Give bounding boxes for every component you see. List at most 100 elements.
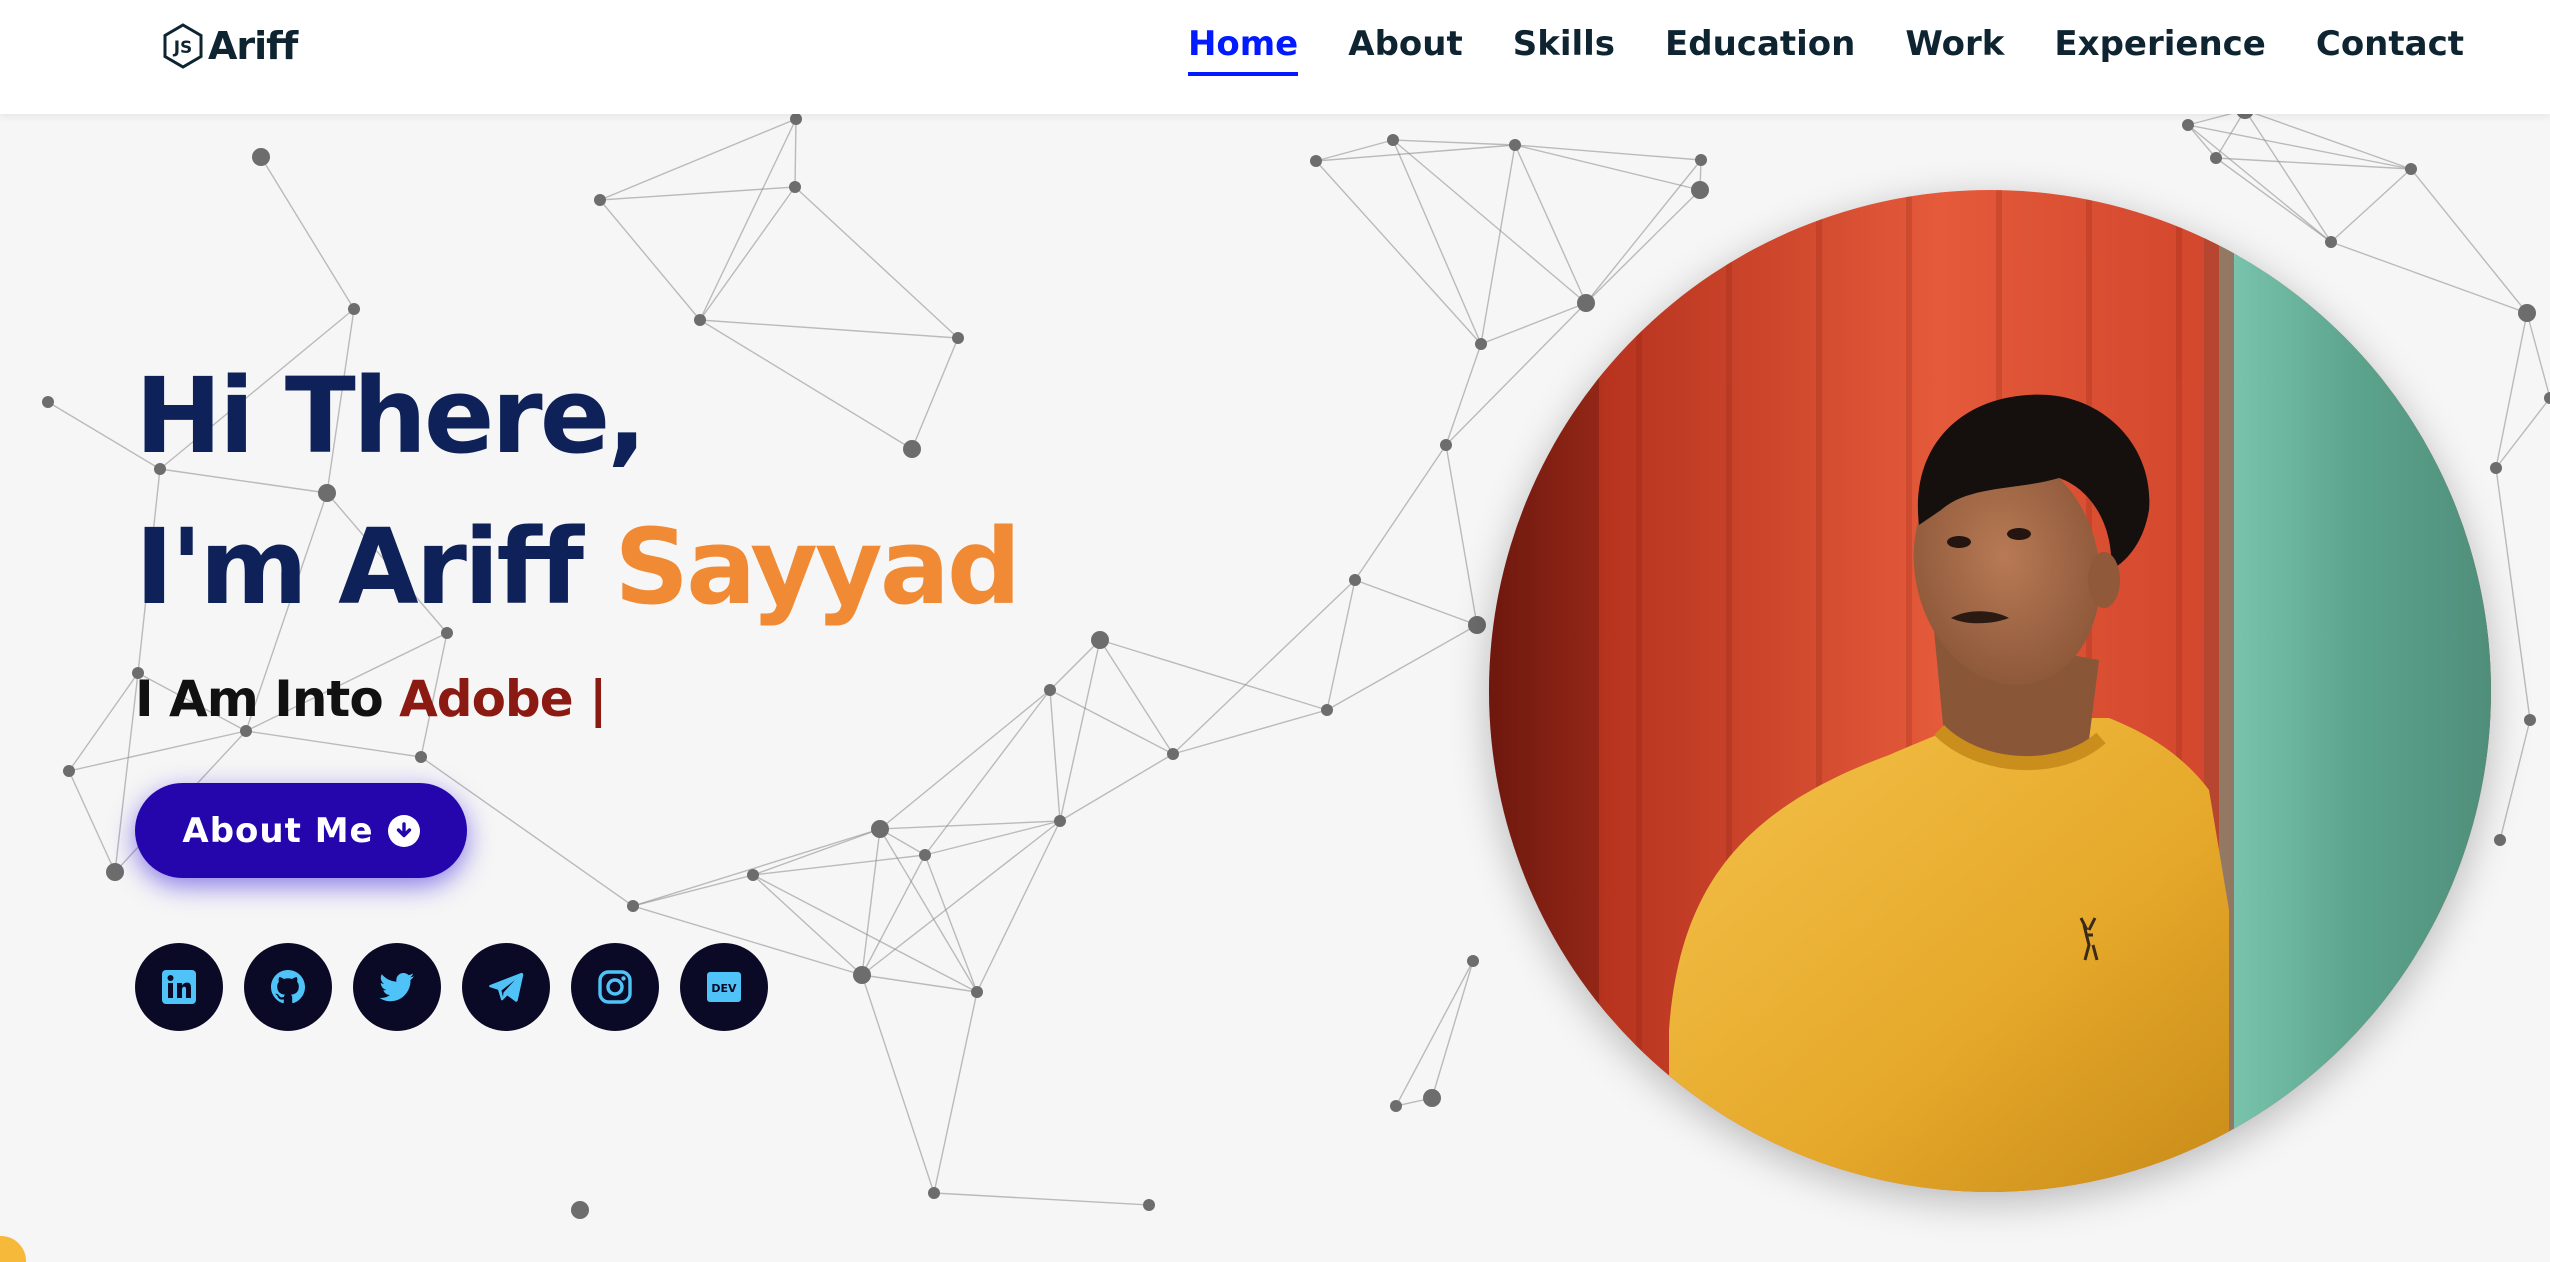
network-node [1390,1100,1402,1112]
github-link[interactable] [244,943,332,1031]
network-edge [1514,144,1701,191]
network-node [2325,236,2337,248]
dev-link[interactable]: DEV [680,943,768,1031]
network-edge [1059,639,1101,822]
js-hexagon-icon: JS [163,23,203,69]
network-edge [924,854,978,993]
network-node [903,440,921,458]
network-edge [1326,579,1356,711]
network-node [919,849,931,861]
typed-word: Adobe [399,670,574,728]
network-node [594,194,606,206]
network-node [871,820,889,838]
social-links: DEV [135,943,768,1031]
nav-skills[interactable]: Skills [1513,24,1615,76]
telegram-icon [489,972,524,1002]
network-node [1143,1199,1155,1211]
network-edge [699,319,959,339]
network-node [2544,392,2550,404]
network-edge [1099,639,1174,755]
network-edge [599,186,796,201]
network-node [63,765,75,777]
network-node [1475,338,1487,350]
network-edge [1059,753,1174,822]
network-edge [752,874,863,976]
network-edge [1480,302,1587,345]
network-node [348,303,360,315]
network-edge [2495,467,2531,721]
about-me-label: About Me [182,810,374,851]
network-node [627,900,639,912]
linkedin-link[interactable] [135,943,223,1031]
network-edge [1392,139,1516,146]
network-node [790,113,802,125]
network-edge [68,672,139,772]
arrow-down-circle-icon [387,814,420,847]
network-edge [911,337,959,450]
network-node [2494,834,2506,846]
network-edge [2187,124,2332,243]
navbar: JS Ariff Home About Skills Education Wor… [0,0,2550,114]
network-edge [1326,624,1478,711]
network-node [1509,139,1521,151]
network-edge [861,828,881,976]
typed-text: I Am Into Adobe | [135,670,607,728]
instagram-icon [598,970,632,1004]
profile-photo [1489,190,2491,1192]
typed-prefix: I Am Into [135,670,384,728]
network-edge [794,186,959,339]
network-node [1091,631,1109,649]
nav-education[interactable]: Education [1665,24,1855,76]
typing-cursor: | [589,670,607,728]
linkedin-icon [162,970,196,1004]
about-me-button[interactable]: About Me [135,783,467,878]
hero-greeting: Hi There, [135,355,647,477]
nav-experience[interactable]: Experience [2054,24,2265,76]
network-node [747,869,759,881]
network-edge [1315,160,1482,345]
network-node [2210,152,2222,164]
github-icon [271,970,305,1004]
network-node [1467,955,1479,967]
network-node [1044,684,1056,696]
network-node [971,986,983,998]
network-edge [2330,168,2412,243]
network-edge [2526,312,2550,399]
network-edge [1354,579,1478,626]
network-node [1691,181,1709,199]
network-edge [2215,157,2332,243]
network-node [2518,304,2536,322]
network-node [106,863,124,881]
network-edge [861,974,935,1194]
network-node [952,332,964,344]
network-edge [599,199,701,321]
instagram-link[interactable] [571,943,659,1031]
network-node [1167,748,1179,760]
network-edge [632,828,881,907]
telegram-link[interactable] [462,943,550,1031]
network-edge [2244,109,2412,170]
network-edge [1049,639,1101,691]
network-edge [1445,343,1482,446]
nav-work[interactable]: Work [1905,24,2004,76]
svg-text:JS: JS [173,38,193,58]
nav-home[interactable]: Home [1187,24,1299,76]
network-edge [1395,960,1474,1107]
brand-logo[interactable]: JS Ariff [162,22,298,70]
nav-contact[interactable]: Contact [2316,24,2464,76]
network-node [2524,714,2536,726]
network-edge [1445,444,1478,626]
network-edge [699,186,796,321]
network-edge [933,991,978,1194]
network-edge [1099,639,1328,711]
nav-menu: Home About Skills Education Work Experie… [1187,24,2464,76]
network-node [1440,439,1452,451]
network-edge [879,689,1051,830]
network-node [1695,154,1707,166]
network-edge [1354,444,1447,581]
network-node [1054,815,1066,827]
network-edge [2495,312,2528,469]
twitter-link[interactable] [353,943,441,1031]
nav-about[interactable]: About [1348,24,1462,76]
network-edge [260,156,355,310]
